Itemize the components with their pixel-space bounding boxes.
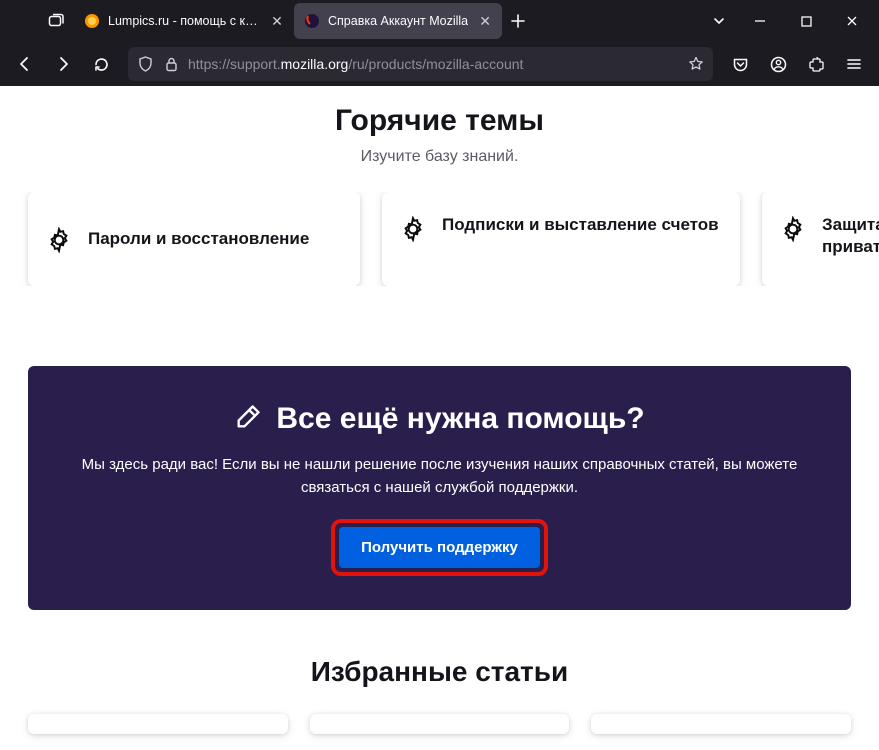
hot-topics-heading: Горячие темы — [0, 104, 879, 138]
featured-card[interactable] — [310, 714, 570, 734]
app-menu-button[interactable] — [837, 47, 871, 81]
tab-overview-button[interactable] — [38, 5, 74, 37]
gear-icon — [400, 216, 426, 242]
edit-note-icon — [234, 403, 262, 436]
help-title: Все ещё нужна помощь? — [276, 402, 644, 436]
hot-topics-subtitle: Изучите базу знаний. — [0, 148, 879, 166]
topic-cards-row: Пароли и восстановление Подписки и выста… — [0, 192, 879, 286]
topic-card-passwords[interactable]: Пароли и восстановление — [28, 192, 360, 286]
highlight-ring: Получить поддержку — [331, 519, 548, 576]
shield-icon[interactable] — [136, 56, 154, 72]
featured-cards-row — [0, 714, 879, 734]
tab-strip: Lumpics.ru - помощь с компь ✕ Справка Ак… — [74, 0, 875, 42]
topic-card-subscriptions[interactable]: Подписки и выставление счетов — [382, 192, 740, 286]
forward-button[interactable] — [46, 47, 80, 81]
window-close-button[interactable] — [829, 0, 875, 42]
reload-button[interactable] — [84, 47, 118, 81]
window-minimize-button[interactable] — [737, 0, 783, 42]
tab-title: Lumpics.ru - помощь с компь — [108, 14, 260, 28]
topic-card-privacy[interactable]: Защита приват — [762, 192, 879, 286]
lock-icon[interactable] — [162, 57, 180, 72]
favicon-firefox — [304, 13, 320, 29]
back-button[interactable] — [8, 47, 42, 81]
still-need-help-section: Все ещё нужна помощь? Мы здесь ради вас!… — [28, 366, 851, 610]
topic-label: Пароли и восстановление — [88, 228, 309, 250]
pocket-button[interactable] — [723, 47, 757, 81]
featured-card[interactable] — [591, 714, 851, 734]
nav-toolbar: https://support.mozilla.org/ru/products/… — [0, 42, 879, 86]
bookmark-star-icon[interactable] — [687, 56, 705, 72]
page-content: Горячие темы Изучите базу знаний. Пароли… — [0, 86, 879, 750]
gear-icon — [780, 216, 806, 242]
window-maximize-button[interactable] — [783, 0, 829, 42]
close-tab-icon[interactable]: ✕ — [268, 12, 286, 30]
url-text: https://support.mozilla.org/ru/products/… — [188, 56, 679, 72]
account-button[interactable] — [761, 47, 795, 81]
title-bar: Lumpics.ru - помощь с компь ✕ Справка Ак… — [0, 0, 879, 42]
favicon-lumpics — [84, 13, 100, 29]
gear-icon — [46, 227, 72, 253]
tab-title: Справка Аккаунт Mozilla — [328, 14, 468, 28]
tabs-dropdown-button[interactable] — [701, 14, 737, 28]
url-bar[interactable]: https://support.mozilla.org/ru/products/… — [128, 47, 713, 81]
featured-articles-heading: Избранные статьи — [0, 656, 879, 688]
close-tab-icon[interactable]: ✕ — [476, 12, 494, 30]
extensions-button[interactable] — [799, 47, 833, 81]
tab-lumpics[interactable]: Lumpics.ru - помощь с компь ✕ — [74, 3, 294, 39]
tab-mozilla-support[interactable]: Справка Аккаунт Mozilla ✕ — [294, 3, 502, 39]
help-description: Мы здесь ради вас! Если вы не нашли реше… — [70, 454, 810, 499]
featured-card[interactable] — [28, 714, 288, 734]
topic-label: Подписки и выставление счетов — [442, 214, 719, 236]
topic-label: Защита приват — [822, 214, 879, 258]
new-tab-button[interactable] — [502, 5, 534, 37]
get-support-button[interactable]: Получить поддержку — [339, 527, 540, 568]
